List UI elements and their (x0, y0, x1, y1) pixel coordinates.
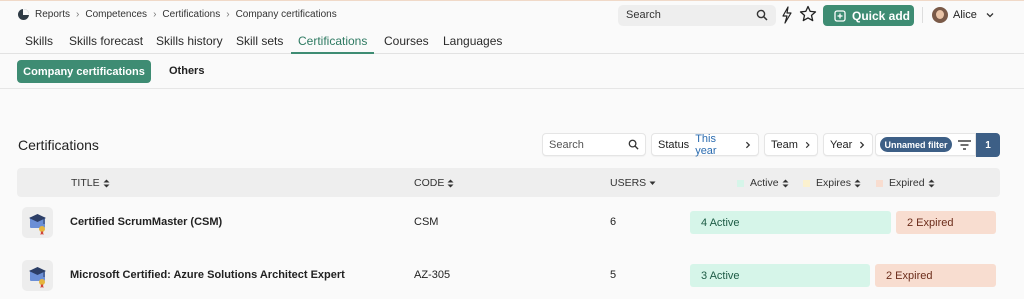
top-bar: Reports › Competences › Certifications ›… (0, 0, 1024, 30)
certification-code: CSM (414, 216, 439, 228)
unnamed-filter-badge[interactable]: Unnamed filter (880, 137, 952, 152)
table-search-placeholder: Search (549, 138, 584, 151)
column-expired[interactable]: Expired (876, 177, 935, 189)
divider (922, 7, 923, 23)
sort-icon (103, 179, 110, 187)
bolt-icon[interactable] (781, 6, 793, 24)
active-status-bar[interactable]: 3 Active (690, 264, 870, 287)
sort-icon (854, 179, 861, 187)
search-icon (756, 9, 768, 21)
filter-count-badge[interactable]: 1 (976, 133, 1000, 157)
certificate-icon (22, 260, 53, 291)
status-filter-label: Status (658, 138, 690, 151)
column-active-label: Active (750, 177, 779, 189)
sort-desc-icon (649, 181, 656, 185)
expired-legend-swatch (876, 179, 883, 187)
active-legend-swatch (737, 179, 744, 187)
breadcrumb-separator: › (76, 9, 80, 20)
column-active[interactable]: Active (737, 177, 789, 189)
breadcrumb-reports[interactable]: Reports (35, 9, 70, 20)
tab-skills-forecast[interactable]: Skills forecast (69, 34, 143, 54)
year-filter-label: Year (830, 138, 853, 151)
certificate-icon (22, 207, 53, 238)
breadcrumb-company-certifications: Company certifications (235, 9, 337, 20)
breadcrumb: Reports › Competences › Certifications ›… (18, 9, 337, 20)
table-search-input[interactable]: Search (542, 133, 646, 156)
tab-certifications[interactable]: Certifications (291, 34, 375, 54)
tab-skills-history[interactable]: Skills history (156, 34, 223, 54)
breadcrumb-separator: › (226, 9, 230, 20)
column-expired-label: Expired (889, 177, 925, 189)
sort-icon (782, 179, 789, 187)
expires-legend-swatch (803, 179, 810, 187)
certification-code: AZ-305 (414, 269, 451, 281)
tab-skill-sets[interactable]: Skill sets (236, 34, 283, 54)
column-users[interactable]: USERS (610, 177, 656, 189)
chevron-down-icon[interactable] (985, 10, 995, 20)
tab-skills[interactable]: Skills (25, 34, 53, 54)
expired-status-bar[interactable]: 2 Expired (875, 264, 996, 287)
chevron-right-icon (860, 141, 865, 148)
filter-lines-icon[interactable] (957, 138, 972, 152)
sort-icon (447, 179, 454, 187)
avatar[interactable] (932, 7, 948, 23)
user-name[interactable]: Alice (953, 9, 977, 21)
year-filter[interactable]: Year (823, 133, 873, 156)
column-title-label: TITLE (71, 177, 100, 189)
breadcrumb-certifications[interactable]: Certifications (162, 9, 220, 20)
column-title[interactable]: TITLE (71, 177, 110, 189)
team-filter-label: Team (771, 138, 798, 151)
star-icon[interactable] (799, 5, 817, 23)
chevron-right-icon (746, 141, 751, 148)
table-row[interactable]: Microsoft Certified: Azure Solutions Arc… (17, 260, 1000, 299)
quick-add-button[interactable]: Quick add (823, 5, 914, 26)
column-expires[interactable]: Expires (803, 177, 861, 189)
column-users-label: USERS (610, 177, 647, 189)
tab-languages[interactable]: Languages (443, 34, 502, 54)
tab-courses[interactable]: Courses (384, 34, 429, 54)
breadcrumb-separator: › (153, 9, 157, 20)
status-filter[interactable]: Status This year (651, 132, 759, 157)
certification-title[interactable]: Certified ScrumMaster (CSM) (70, 216, 222, 228)
company-logo-icon[interactable] (18, 9, 29, 20)
column-code-label: CODE (414, 177, 445, 189)
sub-tabs: Company certifications Others (0, 54, 1024, 89)
table-row[interactable]: Certified ScrumMaster (CSM) CSM 6 4 Acti… (17, 207, 1000, 253)
search-icon (628, 139, 639, 150)
subtab-company-certifications[interactable]: Company certifications (17, 60, 151, 83)
global-search-placeholder: Search (626, 9, 661, 21)
section-title: Certifications (18, 137, 99, 153)
quick-add-label: Quick add (852, 8, 911, 23)
certification-title[interactable]: Microsoft Certified: Azure Solutions Arc… (70, 269, 345, 281)
chevron-right-icon (805, 141, 810, 148)
quick-add-icon (834, 9, 846, 22)
column-code[interactable]: CODE (414, 177, 454, 189)
status-filter-value: This year (695, 132, 717, 157)
certification-users: 5 (610, 269, 617, 281)
main-tabs: Skills Skills forecast Skills history Sk… (0, 30, 1024, 54)
global-search-input[interactable]: Search (618, 5, 776, 26)
expired-status-bar[interactable]: 2 Expired (896, 211, 996, 234)
sort-icon (928, 179, 935, 187)
active-status-bar[interactable]: 4 Active (690, 211, 891, 234)
breadcrumb-competences[interactable]: Competences (85, 9, 147, 20)
certification-users: 6 (610, 216, 617, 228)
table-header: TITLE CODE USERS Active Expires Expired (17, 168, 1000, 197)
team-filter[interactable]: Team (764, 133, 818, 156)
subtab-others[interactable]: Others (169, 65, 204, 77)
column-expires-label: Expires (816, 177, 852, 189)
